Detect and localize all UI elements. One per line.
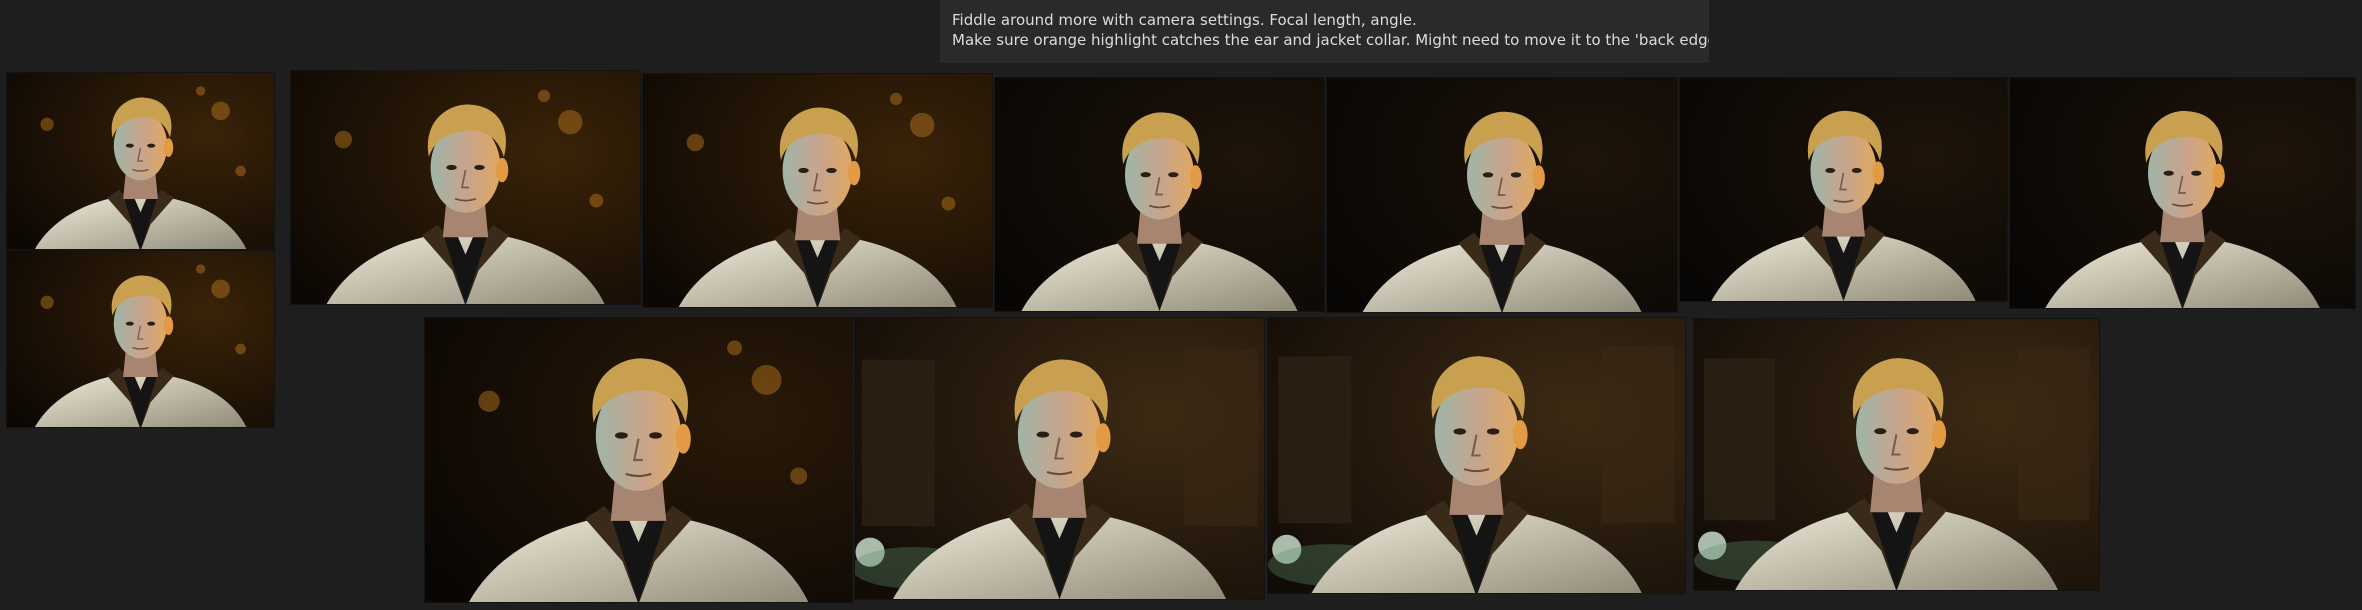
sticky-note[interactable]: Fiddle around more with camera settings.… bbox=[940, 0, 1709, 63]
portrait-render-icon bbox=[1268, 318, 1685, 593]
portrait-render-icon bbox=[7, 73, 274, 249]
portrait-render-icon bbox=[643, 74, 992, 307]
portrait-render-icon bbox=[1694, 319, 2099, 590]
portrait-render-icon bbox=[995, 78, 1324, 311]
render-10[interactable] bbox=[1694, 319, 2099, 590]
render-06[interactable] bbox=[2010, 78, 2355, 308]
render-02[interactable] bbox=[643, 74, 992, 307]
moodboard-canvas[interactable]: Fiddle around more with camera settings.… bbox=[0, 0, 2362, 610]
render-01[interactable] bbox=[291, 71, 640, 304]
portrait-render-icon bbox=[291, 71, 640, 304]
portrait-render-icon bbox=[855, 318, 1264, 599]
portrait-render-icon bbox=[7, 251, 274, 427]
render-03[interactable] bbox=[995, 78, 1324, 311]
note-line-1: Fiddle around more with camera settings.… bbox=[952, 11, 1417, 29]
portrait-render-icon bbox=[2010, 78, 2355, 308]
render-05[interactable] bbox=[1680, 78, 2007, 301]
render-04[interactable] bbox=[1327, 78, 1677, 312]
note-line-2: Make sure orange highlight catches the e… bbox=[952, 31, 1709, 49]
render-07[interactable] bbox=[425, 318, 852, 602]
render-thumb-1[interactable] bbox=[7, 73, 274, 249]
portrait-render-icon bbox=[1327, 78, 1677, 312]
render-09[interactable] bbox=[1268, 318, 1685, 593]
render-08[interactable] bbox=[855, 318, 1264, 599]
portrait-render-icon bbox=[425, 318, 852, 602]
render-thumb-2[interactable] bbox=[7, 251, 274, 427]
portrait-render-icon bbox=[1680, 78, 2007, 301]
